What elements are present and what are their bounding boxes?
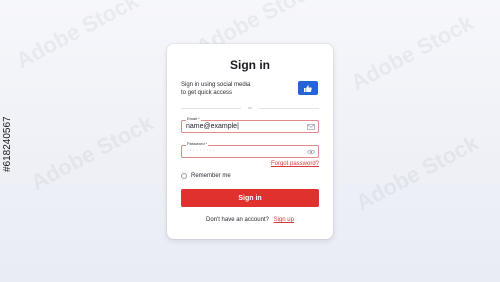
footer: Don't have an account? Sign up <box>167 217 333 223</box>
forgot-password-link[interactable]: Forgot password? <box>271 161 319 167</box>
sign-in-card: Sign in Sign in using social media to ge… <box>167 44 333 239</box>
social-text-line1: Sign in using social media <box>181 82 251 88</box>
page-title: Sign in <box>230 58 270 72</box>
sign-in-button[interactable]: Sign in <box>181 189 319 207</box>
watermark-text: Adobe Stock <box>11 0 143 74</box>
or-divider: or <box>181 105 319 111</box>
envelope-icon <box>307 124 315 130</box>
watermark-text: Adobe Stock <box>26 109 158 196</box>
email-value: name@example| <box>186 123 239 130</box>
remember-me[interactable]: Remember me <box>181 173 231 179</box>
password-value: ········· <box>186 147 216 154</box>
watermark-id: #618240567 <box>2 116 13 172</box>
sign-up-link[interactable]: Sign up <box>274 217 294 223</box>
social-text-line2: to get quick access <box>181 90 233 96</box>
remember-me-checkbox[interactable] <box>181 173 187 179</box>
eye-icon[interactable] <box>307 149 315 155</box>
password-field[interactable]: Password * ········· <box>181 141 319 158</box>
social-login-text: Sign in using social media to get quick … <box>181 81 291 97</box>
social-login-button[interactable] <box>298 81 318 95</box>
remember-me-label: Remember me <box>191 173 231 179</box>
password-label: Password * <box>186 141 209 146</box>
watermark-text: Adobe Stock <box>346 9 478 96</box>
email-field[interactable]: Email * name@example| <box>181 116 319 133</box>
footer-text: Don't have an account? <box>206 217 269 223</box>
email-label: Email * <box>186 116 201 121</box>
watermark-text: Adobe Stock <box>351 129 483 216</box>
thumbs-up-icon <box>304 84 312 92</box>
